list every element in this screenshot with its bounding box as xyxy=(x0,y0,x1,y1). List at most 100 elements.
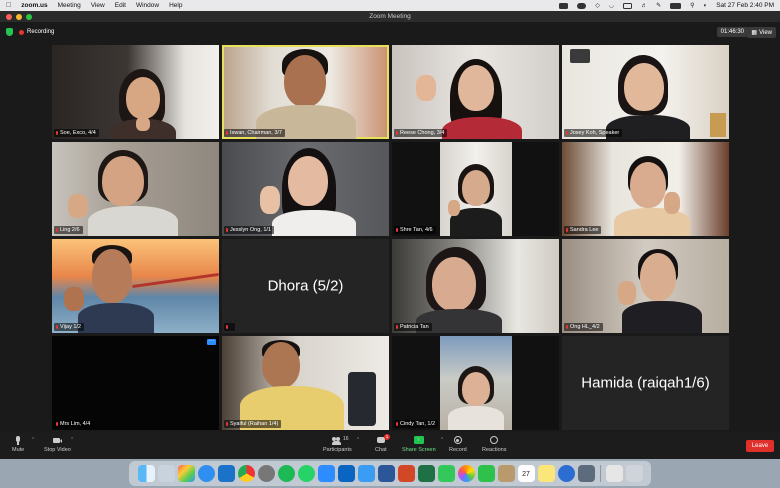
apple-menu-icon[interactable]:  xyxy=(6,2,11,9)
excel-icon[interactable] xyxy=(417,465,435,482)
participant-tile[interactable]: Vijay 1/2 xyxy=(52,239,219,333)
fullscreen-window-icon[interactable] xyxy=(26,13,32,20)
participant-name: Sandra Lee xyxy=(564,226,602,234)
participant-face xyxy=(624,63,664,111)
record-button[interactable]: Record xyxy=(449,436,467,453)
participant-name: Syaiful (Raihan 1/4) xyxy=(224,420,282,428)
participant-body xyxy=(272,210,356,236)
more-options-icon[interactable]: ··· xyxy=(207,339,216,345)
stop-video-button[interactable]: Stop Video xyxy=(44,436,71,453)
participant-tile[interactable]: Cindy Tan, 1/2 xyxy=(392,336,559,430)
contacts-icon[interactable] xyxy=(497,465,515,482)
participant-tile[interactable]: Syaiful (Raihan 1/4) xyxy=(222,336,389,430)
participant-tile[interactable]: Ong HL_4/2 xyxy=(562,239,729,333)
menu-window[interactable]: Window xyxy=(136,2,159,9)
participant-tile[interactable]: Shre Tan, 4/6 xyxy=(392,142,559,236)
finder-icon[interactable] xyxy=(137,465,155,482)
volume-icon[interactable]: ♬ xyxy=(641,3,647,9)
whatsapp-icon[interactable] xyxy=(297,465,315,482)
participant-tile-video-off[interactable]: Hamida (raiqah1/6) xyxy=(562,336,729,430)
chrome-icon[interactable] xyxy=(237,465,255,482)
launchpad-icon[interactable] xyxy=(157,465,175,482)
zoom-icon[interactable] xyxy=(317,465,335,482)
title-bar: Zoom Meeting xyxy=(0,11,780,22)
screen-icon[interactable] xyxy=(577,465,595,482)
safari-icon[interactable] xyxy=(197,465,215,482)
participant-name: Ong HL_4/2 xyxy=(564,323,603,331)
photos-icon[interactable] xyxy=(457,465,475,482)
participant-tile-active-speaker[interactable]: Iswan, Chairman, 3/7 xyxy=(222,45,389,139)
messages-icon[interactable] xyxy=(437,465,455,482)
battery-icon[interactable] xyxy=(670,2,682,9)
security-shield-icon[interactable] xyxy=(6,28,13,36)
control-center-icon[interactable]: ◐ xyxy=(704,3,708,9)
powerpoint-icon[interactable] xyxy=(397,465,415,482)
mute-button[interactable]: Mute xyxy=(12,436,24,453)
word-icon[interactable] xyxy=(377,465,395,482)
menu-app-name[interactable]: zoom.us xyxy=(21,2,47,9)
wifi-icon[interactable]: ◡ xyxy=(609,2,614,9)
participant-tile[interactable]: Ling 2/6 xyxy=(52,142,219,236)
share-options-chevron-icon[interactable]: ⌃ xyxy=(440,437,444,443)
onedrive-icon[interactable] xyxy=(217,465,235,482)
recording-label[interactable]: Recording xyxy=(27,29,54,35)
dropbox-icon[interactable]: ◇ xyxy=(595,2,600,9)
facetime-icon[interactable] xyxy=(477,465,495,482)
search-icon[interactable]: ⚲ xyxy=(690,2,694,9)
preview-icon[interactable] xyxy=(605,465,623,482)
bridge-background xyxy=(132,272,219,289)
share-screen-button[interactable]: ↑ Share Screen xyxy=(402,436,436,453)
participant-name: Soe, Exco, 4/4 xyxy=(54,129,99,137)
menu-edit[interactable]: Edit xyxy=(115,2,126,9)
participant-body xyxy=(88,206,178,236)
participant-tile[interactable]: Sandra Lee xyxy=(562,142,729,236)
leave-meeting-button[interactable]: Leave xyxy=(746,440,774,452)
outlook-icon[interactable] xyxy=(337,465,355,482)
macos-menu-bar:  zoom.us Meeting View Edit Window Help … xyxy=(0,0,780,11)
participant-body xyxy=(78,303,154,333)
settings-icon[interactable] xyxy=(257,465,275,482)
calendar-icon[interactable]: 27 xyxy=(517,465,535,482)
mute-options-chevron-icon[interactable]: ⌃ xyxy=(31,437,35,443)
view-button[interactable]: ▦ View xyxy=(747,27,776,38)
mail-icon[interactable] xyxy=(357,465,375,482)
close-window-icon[interactable] xyxy=(6,13,12,20)
app-grid-icon[interactable] xyxy=(177,465,195,482)
thumbs-up-hand xyxy=(416,75,436,101)
finder-blue-icon[interactable] xyxy=(557,465,575,482)
notes-icon[interactable] xyxy=(537,465,555,482)
video-options-chevron-icon[interactable]: ⌃ xyxy=(70,437,74,443)
participant-tile[interactable]: Soe, Exco, 4/4 xyxy=(52,45,219,139)
participant-display-name: Dhora (5/2) xyxy=(267,277,344,295)
display-icon[interactable] xyxy=(623,2,633,9)
participant-tile[interactable]: Jesslyn Ong, 1/1 xyxy=(222,142,389,236)
menu-clock[interactable]: Sat 27 Feb 2:40 PM xyxy=(716,2,774,9)
participant-tile[interactable]: Patricia Tan xyxy=(392,239,559,333)
menu-meeting[interactable]: Meeting xyxy=(58,2,81,9)
video-camera-icon xyxy=(52,436,63,445)
participant-name: Jesslyn Ong, 1/1 xyxy=(224,226,274,234)
chat-label: Chat xyxy=(375,447,387,453)
participant-face xyxy=(462,170,490,206)
participant-face xyxy=(102,156,144,206)
zoom-status-icon[interactable] xyxy=(559,2,569,9)
participant-face xyxy=(126,77,160,119)
menu-help[interactable]: Help xyxy=(169,2,182,9)
thumbs-up-hand xyxy=(136,117,150,131)
pen-icon[interactable]: ✎ xyxy=(656,2,661,9)
cloud-status-icon[interactable] xyxy=(577,2,587,9)
participant-tile-video-off[interactable]: Dhora (5/2) xyxy=(222,239,389,333)
reactions-button[interactable]: Reactions xyxy=(482,436,506,453)
gallery-view: Soe, Exco, 4/4 Iswan, Chairman, 3/7 Rees… xyxy=(52,45,729,432)
participant-tile[interactable]: ··· Mrs Lim, 4/4 xyxy=(52,336,219,430)
participant-tile[interactable]: Reese Chong, 3/4 xyxy=(392,45,559,139)
participants-options-chevron-icon[interactable]: ⌃ xyxy=(356,437,360,443)
menu-view[interactable]: View xyxy=(91,2,105,9)
participant-face xyxy=(92,249,132,303)
meeting-timer: 01:46:30 xyxy=(716,27,748,37)
minimize-window-icon[interactable] xyxy=(16,13,22,20)
trash-icon[interactable] xyxy=(625,465,643,482)
spotify-icon[interactable] xyxy=(277,465,295,482)
participant-name: Patricia Tan xyxy=(394,323,432,331)
participant-tile[interactable]: Josey Koh, Speaker xyxy=(562,45,729,139)
